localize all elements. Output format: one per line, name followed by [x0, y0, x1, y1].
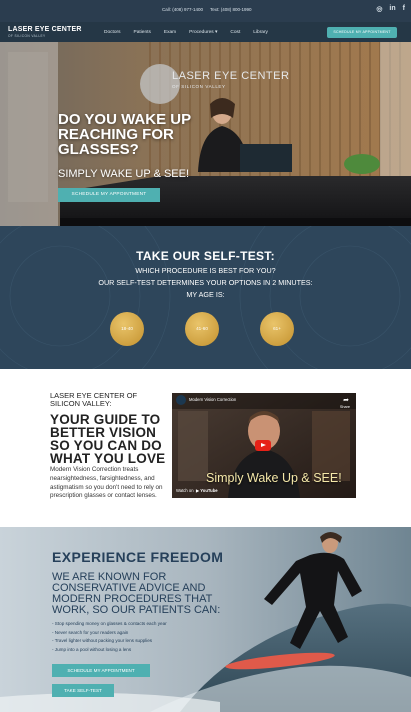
guide-body: Modern Vision Correction treats nearsigh…: [50, 466, 163, 500]
self-test-section: TAKE OUR SELF-TEST: WHICH PROCEDURE IS B…: [0, 226, 411, 369]
call-phone-link[interactable]: Call: (408) 977-1400: [162, 7, 203, 12]
channel-avatar[interactable]: [176, 395, 186, 405]
age-option-41-60[interactable]: 41-60: [185, 312, 219, 346]
age-option-61-plus[interactable]: 61+: [260, 312, 294, 346]
nav-item-library[interactable]: Library: [253, 30, 268, 35]
freedom-subtitle: WE ARE KNOWN FOR CONSERVATIVE ADVICE AND…: [52, 571, 221, 616]
freedom-title: EXPERIENCE FREEDOM: [52, 549, 224, 565]
nav-item-cost[interactable]: Cost: [230, 30, 240, 35]
guide-title: YOUR GUIDE TO BETTER VISION SO YOU CAN D…: [50, 412, 166, 466]
video-caption: Simply Wake Up & SEE!: [206, 471, 342, 485]
list-item: - Stop spending money on glasses & conta…: [52, 621, 167, 626]
top-contact-bar: Call: (408) 977-1400 Text: (408) 800-199…: [0, 0, 411, 22]
self-test-age-prompt: MY AGE IS:: [186, 290, 225, 299]
nav-menu: Doctors Patients Exam Procedures ▾ Cost …: [104, 30, 268, 35]
nav-item-procedures[interactable]: Procedures ▾: [189, 30, 217, 35]
benefits-list: - Stop spending money on glasses & conta…: [52, 620, 167, 654]
guide-label: LASER EYE CENTER OF SILICON VALLEY:: [50, 391, 138, 408]
clinic-sign: LASER EYE CENTER OF SILICON VALLEY: [172, 70, 289, 89]
take-self-test-button[interactable]: TAKE SELF-TEST: [52, 684, 114, 697]
facebook-icon[interactable]: f: [403, 5, 405, 13]
watch-on-label[interactable]: Watch on: [176, 488, 194, 493]
youtube-logo[interactable]: ▶ YouTube: [196, 488, 218, 493]
text-phone-link[interactable]: Text: (408) 800-1990: [210, 7, 252, 12]
logo-title[interactable]: LASER EYE CENTER: [8, 26, 82, 33]
sign-title: LASER EYE CENTER: [172, 70, 290, 82]
instagram-icon[interactable]: ◎: [376, 5, 382, 13]
nav-schedule-button[interactable]: SCHEDULE MY APPOINTMENT: [327, 27, 397, 38]
linkedin-icon[interactable]: in: [389, 5, 395, 13]
hero-section: LASER EYE CENTER OF SILICON VALLEY DO YO…: [0, 42, 411, 226]
freedom-schedule-button[interactable]: SCHEDULE MY APPOINTMENT: [52, 664, 150, 677]
nav-item-doctors[interactable]: Doctors: [104, 30, 121, 35]
nav-item-exam[interactable]: Exam: [164, 30, 176, 35]
hero-subheadline: SIMPLY WAKE UP & SEE!: [58, 168, 190, 180]
list-item: - Travel lighter without packing your le…: [52, 638, 153, 643]
main-nav: LASER EYE CENTER OF SILICON VALLEY Docto…: [0, 22, 411, 42]
guide-section: LASER EYE CENTER OF SILICON VALLEY: YOUR…: [0, 369, 411, 527]
age-option-18-40[interactable]: 18-40: [110, 312, 144, 346]
hero-schedule-button[interactable]: SCHEDULE MY APPOINTMENT: [58, 188, 160, 202]
self-test-description: OUR SELF-TEST DETERMINES YOUR OPTIONS IN…: [98, 278, 313, 287]
list-item: - Jump into a pool without losing a lens: [52, 646, 132, 652]
video-player[interactable]: Modern Vision Correction ➦ Share Simply …: [172, 393, 356, 498]
self-test-question: WHICH PROCEDURE IS BEST FOR YOU?: [135, 266, 276, 275]
nav-item-patients[interactable]: Patients: [134, 30, 151, 35]
freedom-section: EXPERIENCE FREEDOM WE ARE KNOWN FOR CONS…: [0, 527, 411, 712]
self-test-title: TAKE OUR SELF-TEST:: [136, 249, 275, 263]
list-item: - Never search for your readers again: [52, 629, 129, 635]
hero-headline: DO YOU WAKE UP REACHING FOR GLASSES?: [58, 111, 191, 158]
video-title[interactable]: Modern Vision Correction: [189, 397, 236, 402]
share-icon[interactable]: ➦: [343, 396, 349, 404]
play-button-icon[interactable]: [255, 440, 271, 451]
sign-subtitle: OF SILICON VALLEY: [172, 84, 226, 89]
logo-subtitle[interactable]: OF SILICON VALLEY: [8, 34, 46, 38]
social-links: ◎ in f: [376, 5, 405, 13]
share-label[interactable]: Share: [340, 405, 350, 409]
